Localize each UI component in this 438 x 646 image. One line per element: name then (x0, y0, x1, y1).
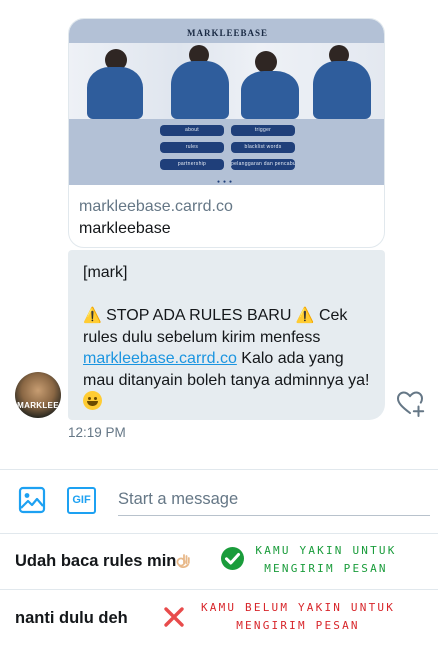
option-2-label: nanti dulu deh (15, 609, 128, 627)
heart-plus-icon[interactable] (396, 389, 426, 419)
preview-button-pelanggaran: pelanggaran dan pencabutan (231, 159, 295, 170)
preview-button-rules: rules (160, 142, 224, 153)
option-2-note-line2: MENGIRIM PESAN (236, 619, 360, 632)
ok-hand-icon (176, 554, 191, 568)
preview-figure (307, 43, 373, 119)
option-1-label: Udah baca rules min (15, 552, 191, 571)
link-site-name: markleebase (79, 220, 171, 237)
preview-figure (237, 43, 301, 119)
preview-photo-strip (69, 43, 384, 119)
link-domain: markleebase.carrd.co (79, 198, 233, 215)
option-1-note-line1: KAMU YAKIN UNTUK (255, 544, 397, 557)
grinning-face-icon (83, 391, 102, 410)
warning-icon: ⚠️ (83, 307, 102, 324)
option-2-note-line1: KAMU BELUM YAKIN UNTUK (200, 601, 396, 614)
link-preview-card[interactable]: MARKLEEBASE about trigger rules blacklis… (68, 18, 385, 248)
quick-reply-option-2[interactable]: nanti dulu deh KAMU BELUM YAKIN UNTUK ME… (0, 590, 438, 646)
divider (0, 469, 438, 470)
option-1-note: KAMU YAKIN UNTUK MENGIRIM PESAN (253, 542, 399, 578)
link-preview-footer: markleebase.carrd.co markleebase (69, 185, 384, 247)
preview-button-partnership: partnership (160, 159, 224, 170)
option-1-text: Udah baca rules min (15, 552, 177, 570)
avatar-label: MARKLEE (17, 401, 59, 410)
cross-icon (164, 607, 184, 627)
avatar[interactable]: MARKLEE (15, 372, 61, 418)
gif-icon[interactable]: GIF (67, 487, 96, 514)
preview-button-about: about (160, 125, 224, 136)
option-2-note: KAMU BELUM YAKIN UNTUK MENGIRIM PESAN (197, 599, 399, 635)
message-text-1: STOP ADA RULES BARU (101, 307, 296, 324)
option-1-note-line2: MENGIRIM PESAN (264, 562, 388, 575)
quick-reply-option-1[interactable]: Udah baca rules min KAMU YAKIN UNTUK MEN… (0, 534, 438, 589)
preview-button-blacklist: blacklist words (231, 142, 295, 153)
message-bubble: [mark] ⚠️ STOP ADA RULES BARU ⚠️ Cek rul… (68, 250, 385, 420)
message-line-mark: [mark] (83, 264, 128, 281)
check-icon (221, 547, 244, 570)
preview-site-title: MARKLEEBASE (186, 28, 268, 38)
link-preview-image: MARKLEEBASE about trigger rules blacklis… (69, 19, 384, 185)
message-timestamp: 12:19 PM (68, 425, 126, 440)
message-body: ⚠️ STOP ADA RULES BARU ⚠️ Cek rules dulu… (83, 305, 371, 414)
preview-button-trigger: trigger (231, 125, 295, 136)
message-input[interactable] (118, 484, 430, 516)
preview-figure (83, 43, 145, 119)
message-link[interactable]: markleebase.carrd.co (83, 350, 237, 367)
image-icon[interactable] (18, 486, 46, 514)
warning-icon: ⚠️ (295, 307, 315, 324)
preview-figure (165, 43, 231, 119)
